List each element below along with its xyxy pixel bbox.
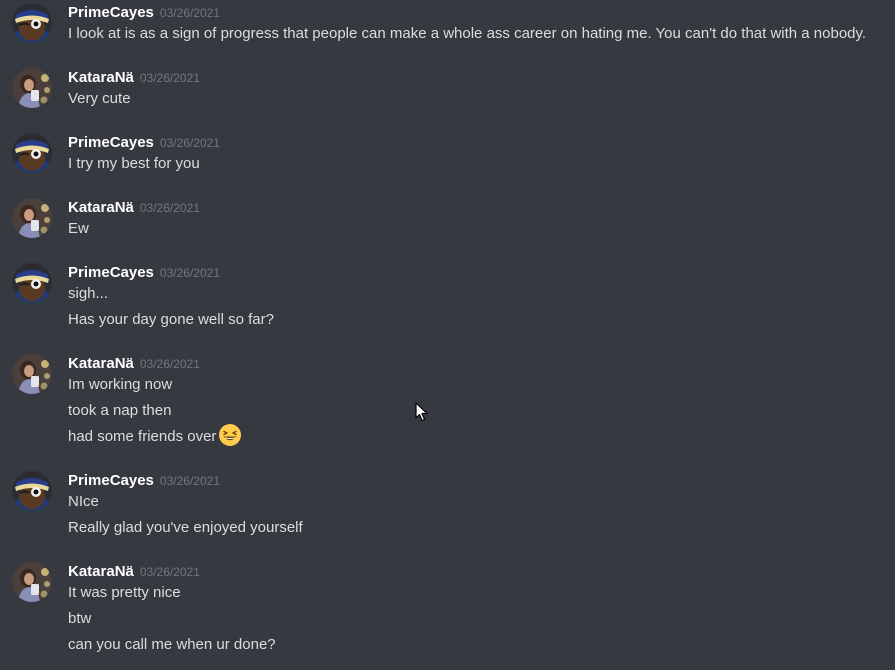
- message-text: Has your day gone well so far?: [68, 310, 274, 330]
- message-text-content: Ew: [68, 220, 89, 237]
- message-text-content: btw: [68, 610, 92, 627]
- message-text-content: can you call me when ur done?: [68, 636, 276, 653]
- message-timestamp: 03/26/2021: [159, 474, 220, 488]
- prime-cayes-avatar-icon[interactable]: [12, 3, 52, 43]
- message-text-content: NIce: [68, 493, 99, 510]
- message-text: can you call me when ur done?: [68, 635, 276, 655]
- message-text-content: Very cute: [68, 90, 131, 107]
- message-header: KataraNä 03/26/2021: [68, 562, 200, 582]
- username[interactable]: KataraNä: [68, 355, 134, 372]
- katara-avatar-icon[interactable]: [12, 68, 52, 108]
- prime-cayes-avatar-icon[interactable]: [12, 471, 52, 511]
- message-header: PrimeCayes 03/26/2021: [68, 3, 220, 23]
- grinning-squinting-face-emoji: [218, 423, 242, 447]
- mouse-cursor-icon: [415, 402, 429, 422]
- username[interactable]: PrimeCayes: [68, 264, 154, 281]
- prime-cayes-avatar-icon[interactable]: [12, 263, 52, 303]
- message-text-content: Im working now: [68, 376, 173, 393]
- message-header: KataraNä 03/26/2021: [68, 68, 200, 88]
- message-text-content: Has your day gone well so far?: [68, 311, 274, 328]
- message-text: Very cute: [68, 89, 131, 109]
- message-text-content: sigh...: [68, 285, 109, 302]
- message-timestamp: 03/26/2021: [139, 357, 200, 371]
- message-text: had some friends over: [68, 424, 242, 447]
- message-text: sigh...: [68, 284, 108, 304]
- message-text-content: I try my best for you: [68, 155, 200, 172]
- message-header: KataraNä 03/26/2021: [68, 354, 200, 374]
- message-text: I look at is as a sign of progress that …: [68, 24, 866, 44]
- message-header: KataraNä 03/26/2021: [68, 198, 200, 218]
- prime-cayes-avatar-icon[interactable]: [12, 133, 52, 173]
- message-text: Really glad you've enjoyed yourself: [68, 518, 303, 538]
- message-timestamp: 03/26/2021: [159, 136, 220, 150]
- message-timestamp: 03/26/2021: [159, 266, 220, 280]
- message-text: Ew: [68, 219, 89, 239]
- message-timestamp: 03/26/2021: [139, 201, 200, 215]
- message-text-content: It was pretty nice: [68, 584, 181, 601]
- message-text: took a nap then: [68, 401, 171, 421]
- message-timestamp: 03/26/2021: [139, 71, 200, 85]
- katara-avatar-icon[interactable]: [12, 198, 52, 238]
- message-text-content: took a nap then: [68, 402, 172, 419]
- username[interactable]: PrimeCayes: [68, 134, 154, 151]
- username[interactable]: PrimeCayes: [68, 472, 154, 489]
- message-timestamp: 03/26/2021: [159, 6, 220, 20]
- chat-messages-list[interactable]: PrimeCayes 03/26/2021 I look at is as a si…: [0, 0, 895, 670]
- message-header: PrimeCayes 03/26/2021: [68, 263, 220, 283]
- message-text: NIce: [68, 492, 99, 512]
- message-text-content: I look at is as a sign of progress that …: [68, 25, 867, 42]
- message-text: I try my best for you: [68, 154, 200, 174]
- message-text: It was pretty nice: [68, 583, 181, 603]
- username[interactable]: KataraNä: [68, 69, 134, 86]
- katara-avatar-icon[interactable]: [12, 562, 52, 602]
- message-text: Im working now: [68, 375, 172, 395]
- username[interactable]: PrimeCayes: [68, 4, 154, 21]
- message-text: btw: [68, 609, 91, 629]
- message-text-content: Really glad you've enjoyed yourself: [68, 519, 303, 536]
- message-text-content: had some friends over: [68, 428, 217, 445]
- message-header: PrimeCayes 03/26/2021: [68, 133, 220, 153]
- katara-avatar-icon[interactable]: [12, 354, 52, 394]
- username[interactable]: KataraNä: [68, 199, 134, 216]
- username[interactable]: KataraNä: [68, 563, 134, 580]
- message-timestamp: 03/26/2021: [139, 565, 200, 579]
- message-header: PrimeCayes 03/26/2021: [68, 471, 220, 491]
